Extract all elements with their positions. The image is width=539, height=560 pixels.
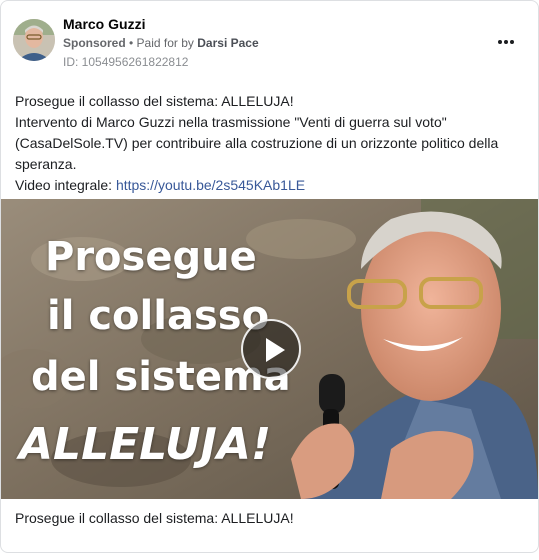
sponsored-info: Sponsored • Paid for by Darsi Pace <box>63 36 259 50</box>
overlay-line-2: il collasso <box>47 293 270 339</box>
sponsored-label: Sponsored <box>63 36 126 50</box>
more-options-icon[interactable] <box>494 32 518 52</box>
paid-for-by-label: Paid for by <box>136 36 194 50</box>
separator-dot: • <box>125 36 137 50</box>
sponsored-post-card: Marco Guzzi Sponsored • Paid for by Dars… <box>0 0 539 553</box>
payer-name[interactable]: Darsi Pace <box>197 36 258 50</box>
author-name[interactable]: Marco Guzzi <box>63 16 145 32</box>
overlay-line-1: Prosegue <box>45 234 257 280</box>
video-line: Video integrale: https://youtu.be/2s545K… <box>15 175 527 196</box>
video-link[interactable]: https://youtu.be/2s545KAb1LE <box>116 177 305 193</box>
video-caption: Prosegue il collasso del sistema: ALLELU… <box>15 510 294 526</box>
author-avatar[interactable] <box>13 19 55 61</box>
play-icon[interactable] <box>241 319 301 379</box>
ad-id: ID: 1054956261822812 <box>63 55 189 69</box>
overlay-line-4: ALLELUJA! <box>19 419 272 470</box>
post-body: Prosegue il collasso del sistema: ALLELU… <box>15 91 527 196</box>
video-thumbnail[interactable]: Prosegue il collasso del sistema ALLELUJ… <box>1 199 538 499</box>
post-description: Intervento di Marco Guzzi nella trasmiss… <box>15 114 499 172</box>
post-headline: Prosegue il collasso del sistema: ALLELU… <box>15 93 294 109</box>
video-prefix: Video integrale: <box>15 177 116 193</box>
